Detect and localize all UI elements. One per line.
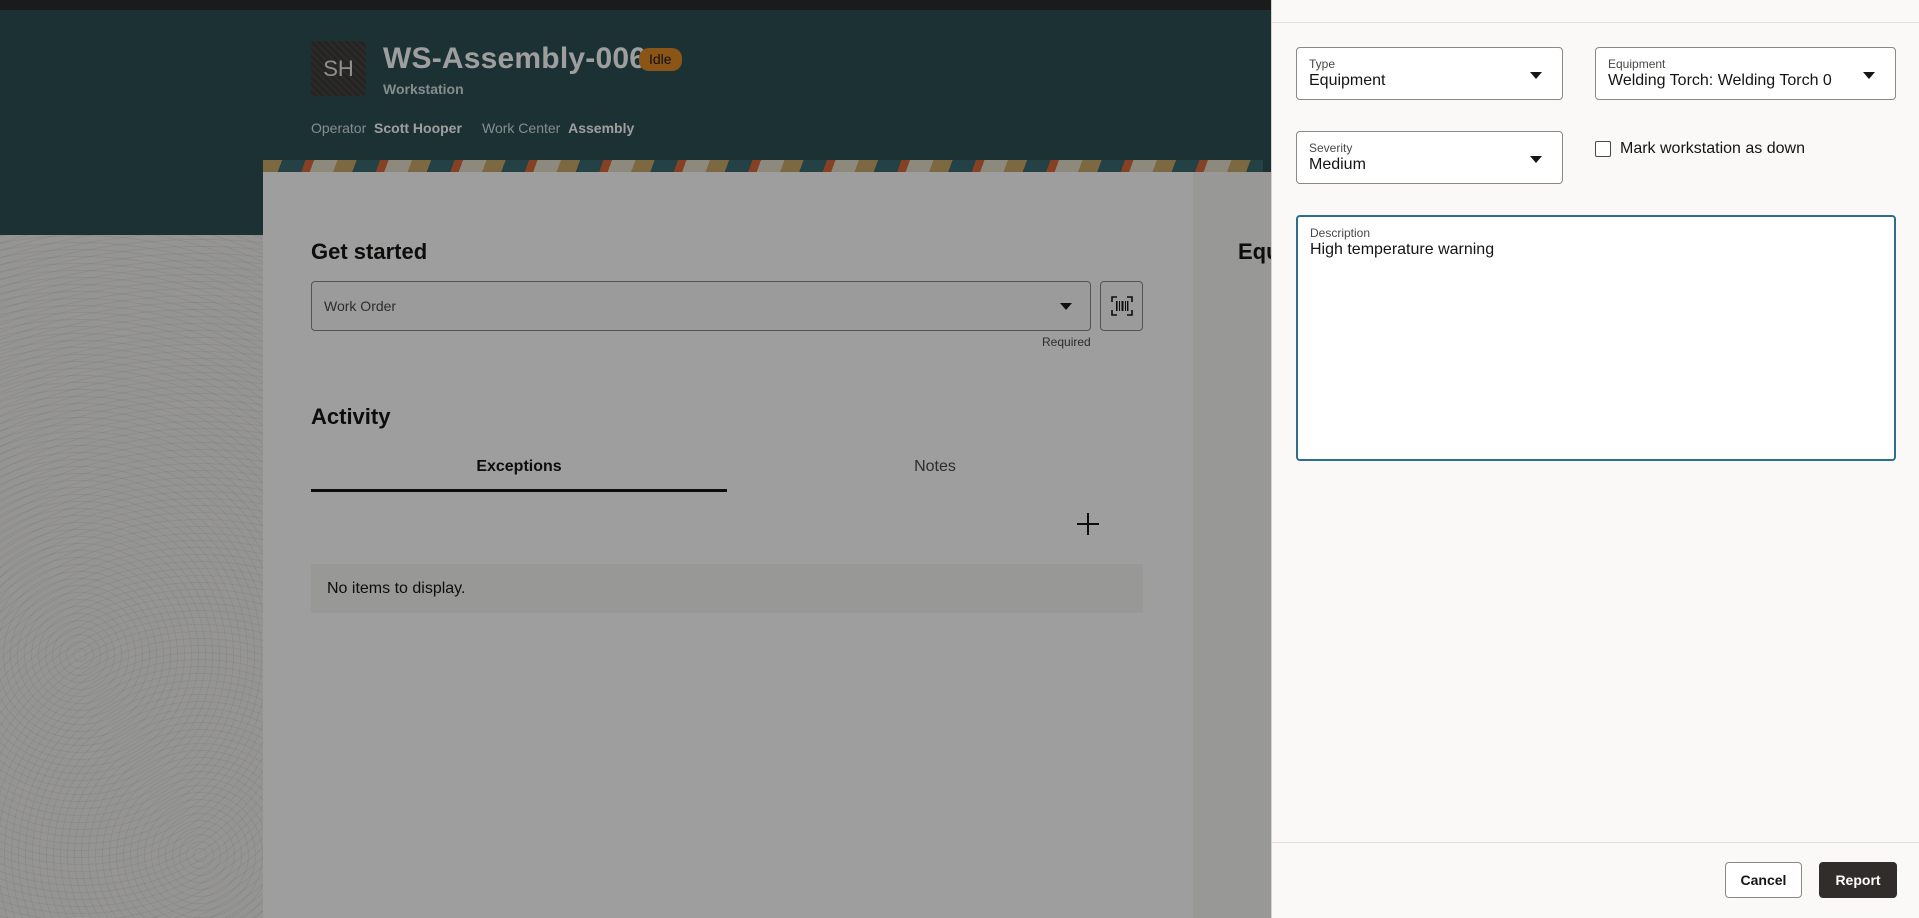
severity-select[interactable]: Severity Medium bbox=[1296, 131, 1563, 184]
type-value: Equipment bbox=[1309, 72, 1386, 89]
mark-down-checkbox-row[interactable]: Mark workstation as down bbox=[1595, 140, 1805, 158]
equipment-value: Welding Torch: Welding Torch 0 bbox=[1608, 72, 1832, 89]
chevron-down-icon bbox=[1530, 156, 1542, 163]
drawer-header-divider bbox=[1272, 22, 1919, 23]
type-label: Type bbox=[1309, 57, 1336, 71]
mark-down-checkbox[interactable] bbox=[1595, 141, 1611, 157]
cancel-button[interactable]: Cancel bbox=[1725, 862, 1802, 898]
report-button[interactable]: Report bbox=[1819, 862, 1897, 898]
drawer-footer-divider bbox=[1272, 842, 1919, 843]
description-value: High temperature warning bbox=[1310, 241, 1495, 258]
chevron-down-icon bbox=[1863, 72, 1875, 79]
description-label: Description bbox=[1310, 226, 1371, 240]
equipment-select[interactable]: Equipment Welding Torch: Welding Torch 0 bbox=[1595, 47, 1896, 100]
mark-down-label: Mark workstation as down bbox=[1620, 140, 1805, 157]
chevron-down-icon bbox=[1530, 72, 1542, 79]
report-exception-drawer: Type Equipment Equipment Welding Torch: … bbox=[1271, 0, 1919, 918]
equipment-label: Equipment bbox=[1608, 57, 1666, 71]
severity-label: Severity bbox=[1309, 141, 1353, 155]
modal-scrim[interactable] bbox=[0, 0, 1271, 918]
type-select[interactable]: Type Equipment bbox=[1296, 47, 1563, 100]
description-textarea[interactable]: Description High temperature warning bbox=[1296, 215, 1896, 461]
severity-value: Medium bbox=[1309, 156, 1366, 173]
